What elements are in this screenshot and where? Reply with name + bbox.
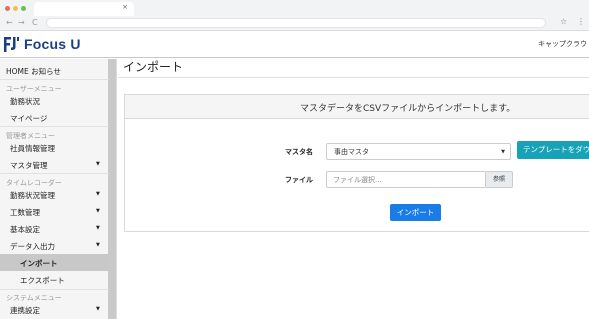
sidebar-item-label: 基本設定 [10, 225, 40, 234]
close-window-dot[interactable] [5, 6, 10, 11]
sidebar-item-label: 工数管理 [10, 208, 40, 217]
browser-chrome: × ← → C ☆ ⋮ [0, 0, 589, 31]
file-input[interactable]: ファイル選択... [326, 171, 486, 188]
divider [0, 79, 109, 80]
focus-u-logo-icon[interactable] [3, 36, 20, 53]
file-label: ファイル [285, 176, 313, 184]
caret-down-icon: ▼ [96, 242, 100, 248]
panel-heading-text: マスタデータをCSVファイルからインポートします。 [300, 104, 516, 114]
section-header-user: ユーザーメニュー [6, 85, 62, 93]
brand-name[interactable]: Focus U [24, 35, 81, 54]
sidebar-item-label: エクスポート [20, 276, 65, 285]
browser-menu-icon[interactable]: ⋮ [577, 17, 585, 26]
browser-tab[interactable]: × [34, 2, 134, 16]
sidebar: HOME お知らせ ユーザーメニュー 勤務状況 マイページ 管理者メニュー 社員… [0, 59, 117, 319]
import-panel: マスタデータをCSVファイルからインポートします。 マスタ名 事由マスタ ▼ テ… [124, 94, 589, 232]
section-header-admin: 管理者メニュー [6, 132, 55, 140]
address-bar[interactable] [46, 18, 546, 28]
divider [0, 289, 109, 290]
app-header: Focus U キャップクラウド [0, 31, 589, 58]
caret-down-icon: ▼ [96, 191, 100, 197]
sidebar-scrollbar[interactable] [108, 59, 116, 319]
back-arrow-icon[interactable]: ← [6, 17, 13, 29]
divider [0, 126, 109, 127]
import-button[interactable]: インポート [390, 204, 441, 221]
reload-icon[interactable]: C [32, 17, 38, 29]
caret-down-icon: ▼ [96, 225, 100, 231]
file-input-placeholder: ファイル選択... [333, 176, 382, 184]
forward-arrow-icon[interactable]: → [18, 17, 25, 29]
browse-button[interactable]: 参照 [486, 171, 513, 188]
caret-down-icon: ▼ [96, 208, 100, 214]
divider [118, 77, 589, 78]
sidebar-item-label: インポート [20, 259, 58, 268]
sidebar-item-label: データ入出力 [10, 242, 55, 251]
divider [0, 173, 109, 174]
chevron-down-icon: ▼ [501, 149, 505, 155]
sidebar-item-label: 勤務状況 [10, 97, 40, 106]
maximize-window-dot[interactable] [21, 6, 26, 11]
main-content: インポート マスタデータをCSVファイルからインポートします。 マスタ名 事由マ… [118, 59, 589, 319]
caret-down-icon: ▼ [96, 306, 100, 312]
sidebar-item-label: 勤務状況管理 [10, 191, 55, 200]
minimize-window-dot[interactable] [13, 6, 18, 11]
sidebar-item-label: 社員情報管理 [10, 144, 55, 153]
section-header-timerecorder: タイムレコーダー [6, 179, 62, 187]
master-select-value: 事由マスタ [334, 148, 369, 156]
tab-close-icon[interactable]: × [122, 3, 128, 11]
panel-heading: マスタデータをCSVファイルからインポートします。 [125, 95, 589, 119]
bookmark-star-icon[interactable]: ☆ [560, 17, 567, 26]
sidebar-item-label: マイページ [10, 114, 48, 123]
company-name[interactable]: キャップクラウド [538, 39, 589, 49]
sidebar-item-label: 連携設定 [10, 306, 40, 315]
page-title: インポート [123, 60, 184, 74]
section-header-system: システムメニュー [6, 294, 62, 302]
master-name-label: マスタ名 [285, 148, 313, 156]
download-template-button[interactable]: テンプレートをダウンロード [517, 141, 589, 159]
sidebar-item-label: HOME お知らせ [6, 67, 61, 76]
master-select[interactable]: 事由マスタ ▼ [326, 143, 511, 160]
sidebar-item-label: マスタ管理 [10, 161, 48, 170]
caret-down-icon: ▼ [96, 161, 100, 167]
